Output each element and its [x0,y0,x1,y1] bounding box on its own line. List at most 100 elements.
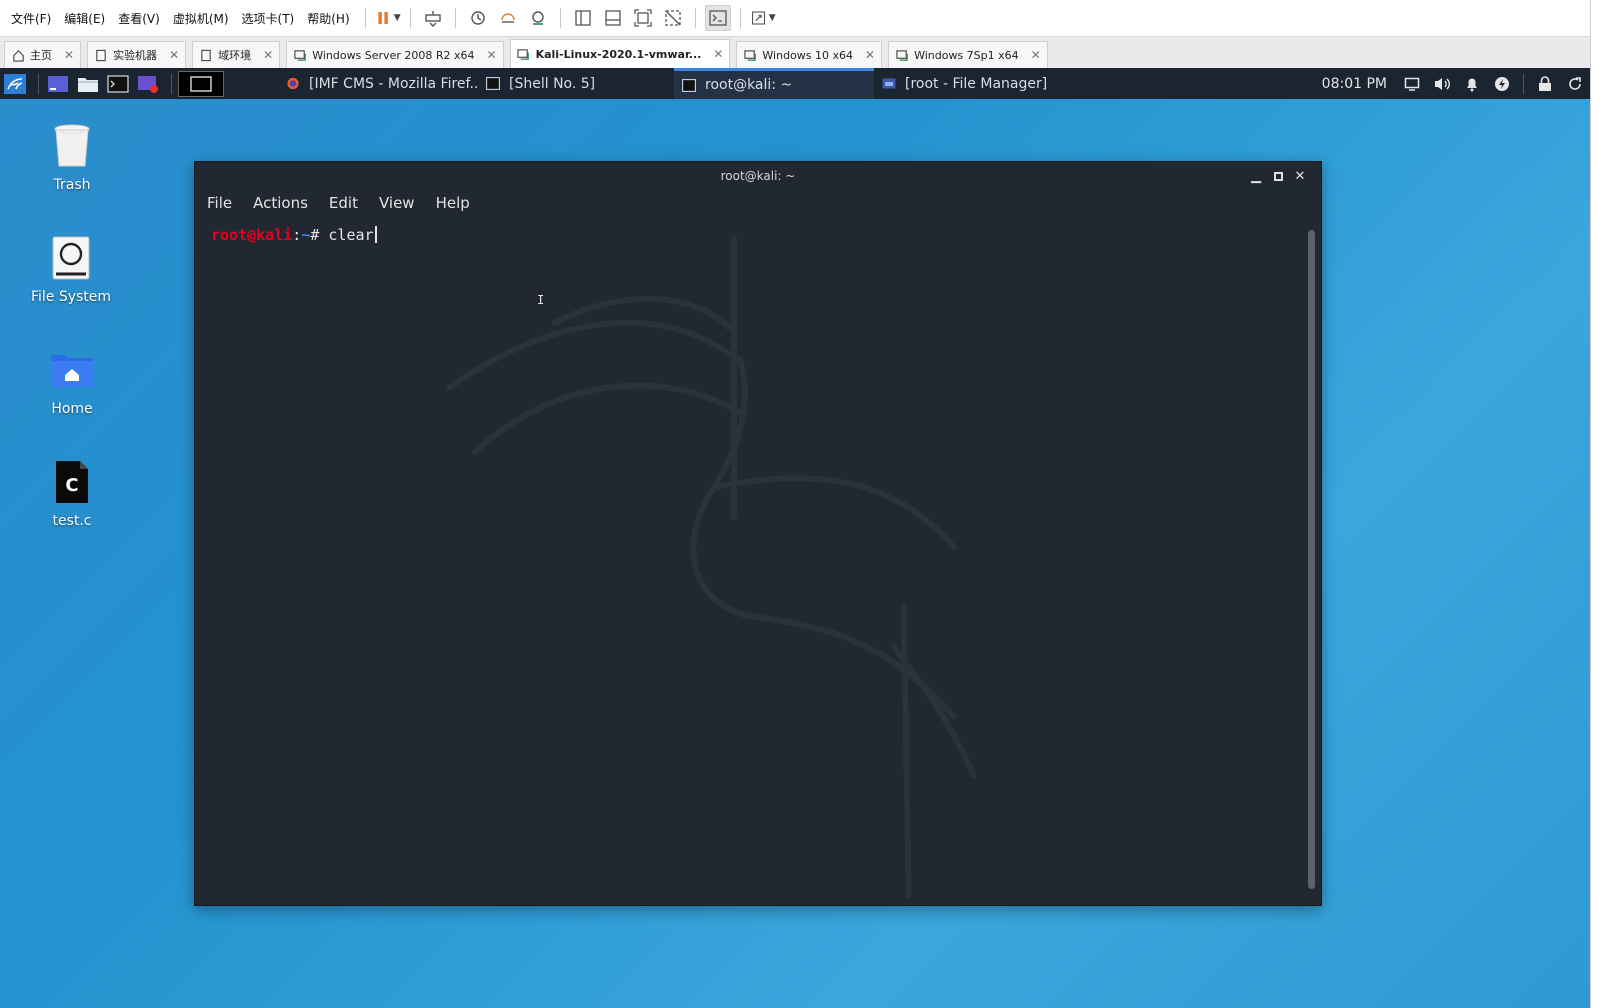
recorder-icon [138,75,158,93]
minimize-button[interactable]: ▁ [1245,165,1267,187]
terminal-command-input[interactable]: clear [328,226,373,244]
toolbar-divider [454,8,456,28]
panel-clock[interactable]: 08:01 PM [1322,76,1387,92]
close-icon[interactable]: ✕ [1031,48,1041,62]
terminal-menubar: File Actions Edit View Help [195,190,1321,216]
close-icon[interactable]: ✕ [865,48,875,62]
window-title: root@kali: ~ [720,169,796,183]
logout-button[interactable] [1560,68,1590,99]
system-tray: 08:01 PM [1322,68,1590,99]
unity-button[interactable] [660,5,686,31]
tab-home[interactable]: 主页 ✕ [4,41,82,68]
close-icon[interactable]: ✕ [64,48,74,62]
power-icon [1495,76,1509,91]
trash-icon [48,121,96,171]
vm-icon [743,48,757,62]
desktop-icon-file-system[interactable]: File System [11,233,131,305]
close-button[interactable]: ✕ [1289,165,1311,187]
taskbar-item-file-manager[interactable]: [root - File Manager] [874,68,1104,99]
desktop-icon-trash[interactable]: Trash [12,121,132,193]
close-icon[interactable]: ✕ [263,48,273,62]
thumbnail-bar-button[interactable] [600,5,626,31]
console-icon [708,10,727,26]
tab-windows-10[interactable]: Windows 10 x64 ✕ [736,41,883,68]
maximize-button[interactable] [1267,165,1289,187]
close-icon[interactable]: ✕ [169,48,179,62]
close-icon: ✕ [1294,168,1306,184]
terminal-scrollbar[interactable] [1308,230,1315,889]
terminal-menu-help[interactable]: Help [434,194,472,212]
menu-edit[interactable]: 编辑(E) [59,10,110,27]
full-screen-button[interactable] [630,5,656,31]
show-desktop-launcher[interactable] [45,73,71,95]
kali-top-panel: [IMF CMS - Mozilla Firef... [Shell No. 5… [0,68,1590,99]
scrollbar-thumb[interactable] [1308,230,1315,889]
workspace-switcher[interactable] [178,70,224,97]
revert-snapshot-icon [500,13,515,23]
kali-menu-button[interactable] [2,73,28,95]
taskbar-item-shell[interactable]: [Shell No. 5] [478,68,674,99]
terminal-launcher[interactable] [105,73,131,95]
revert-snapshot-button[interactable] [495,5,521,31]
screen-recorder-launcher[interactable] [135,73,161,95]
snapshot-manager-icon [531,11,544,25]
tab-kali-linux[interactable]: Kali-Linux-2020.1-vmwar... ✕ [509,39,731,68]
display-tray-button[interactable] [1397,68,1427,99]
desktop-icon-test-c[interactable]: C test.c [12,457,132,529]
tab-windows-server-2008[interactable]: Windows Server 2008 R2 x64 ✕ [286,41,504,68]
terminal-titlebar[interactable]: root@kali: ~ ▁ ✕ [195,162,1321,190]
desktop-icon-label: Home [51,401,93,417]
volume-tray-button[interactable] [1427,68,1457,99]
close-icon[interactable]: ✕ [487,48,497,62]
desktop-icon [48,75,68,92]
pause-button[interactable]: ▼ [375,5,401,31]
desktop-icon-label: Trash [53,177,91,193]
terminal-menu-edit[interactable]: Edit [327,194,360,212]
stretch-guest-button[interactable]: ▼ [750,5,776,31]
panel-divider [1523,73,1524,94]
maximize-icon [1273,171,1283,181]
vm-icon [517,47,531,61]
terminal-menu-file[interactable]: File [205,194,234,212]
tab-lab-machines[interactable]: 实验机器 ✕ [87,41,187,68]
desktop-icon-home[interactable]: Home [12,345,132,417]
console-view-button[interactable] [704,5,731,31]
notifications-tray-button[interactable] [1457,68,1487,99]
terminal-output-area[interactable]: root@kali:~# clear I [195,218,1321,905]
taskbar-item-firefox[interactable]: [IMF CMS - Mozilla Firef... [278,68,478,99]
lock-icon [1539,75,1551,91]
document-icon [94,48,108,62]
menu-file[interactable]: 文件(F) [6,10,56,27]
tab-windows-7[interactable]: Windows 7Sp1 x64 ✕ [888,41,1048,68]
prompt-user-host: root@kali [211,226,293,244]
volume-icon [1435,77,1450,90]
taskbar-item-label: [root - File Manager] [905,75,1048,92]
snapshot-manager-button[interactable] [525,5,551,31]
menu-vm[interactable]: 虚拟机(M) [168,10,234,27]
toolbar-divider [694,8,696,28]
vmware-right-edge [1590,0,1614,1008]
minimize-icon: ▁ [1251,168,1261,184]
power-manager-tray-button[interactable] [1487,68,1517,99]
taskbar-item-root-terminal[interactable]: root@kali: ~ [674,68,874,99]
text-cursor [374,226,377,243]
menu-help[interactable]: 帮助(H) [302,10,354,27]
taskbar-item-label: [Shell No. 5] [509,75,596,92]
full-screen-icon [633,9,652,27]
home-icon [11,48,25,62]
menu-view[interactable]: 查看(V) [113,10,165,27]
menu-tabs[interactable]: 选项卡(T) [237,10,300,27]
taskbar-item-label: [IMF CMS - Mozilla Firef... [309,75,478,92]
tab-label: 主页 [30,49,52,62]
file-manager-launcher[interactable] [75,73,101,95]
close-icon[interactable]: ✕ [713,47,723,61]
show-library-button[interactable] [570,5,596,31]
terminal-window[interactable]: root@kali: ~ ▁ ✕ File Actions Edit View … [194,161,1322,906]
desktop: Trash File System Home C test.c root@kal… [0,99,1590,1008]
terminal-menu-view[interactable]: View [377,194,417,212]
tab-domain-env[interactable]: 域环境 ✕ [192,41,281,68]
send-ctrl-alt-del-button[interactable] [420,5,446,31]
lock-screen-button[interactable] [1530,68,1560,99]
snapshot-button[interactable] [465,5,491,31]
terminal-menu-actions[interactable]: Actions [251,194,310,212]
